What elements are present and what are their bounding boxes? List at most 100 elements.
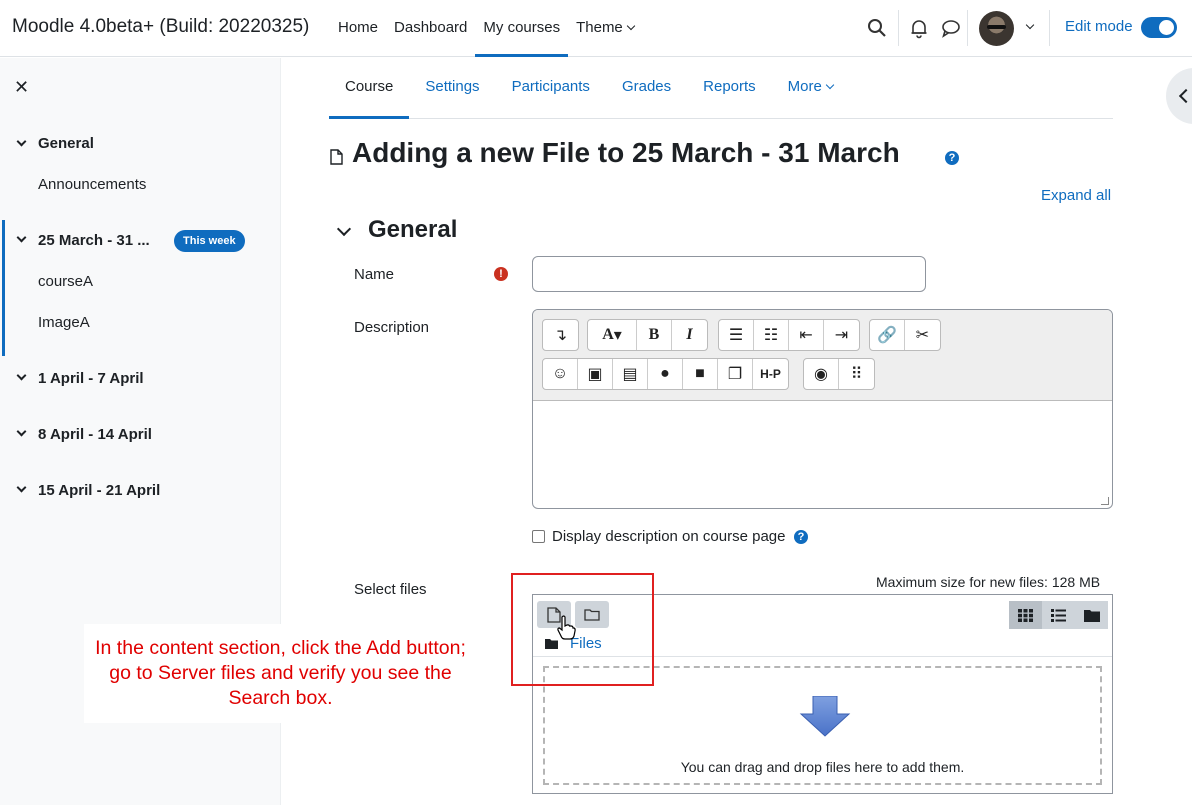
message-icon[interactable] (940, 17, 962, 39)
sidebar-item-announcements[interactable]: Announcements (38, 176, 146, 193)
edit-mode-toggle[interactable] (1141, 17, 1177, 38)
divider (1049, 10, 1050, 46)
hand-cursor-icon (557, 615, 576, 640)
chevron-down-icon[interactable] (16, 136, 27, 147)
editor-toolbar: ↴ A ▾ B I ☰ ☷ ⇤ ⇥ 🔗 ✂ ☺ ▣ ▤ ● ■ ❐ H-P ◉ ⠿ (533, 310, 1112, 401)
file-icon (330, 149, 343, 165)
tab-more[interactable]: More (772, 58, 849, 119)
instruction-text: In the content section, click the Add bu… (95, 637, 466, 709)
divider (898, 10, 899, 46)
user-avatar[interactable] (979, 11, 1014, 46)
toolbar-toggle-icon[interactable]: ↴ (543, 320, 578, 350)
unlink-icon[interactable]: ✂ (905, 320, 940, 350)
tab-settings[interactable]: Settings (409, 58, 495, 119)
general-section-heading[interactable]: General (368, 216, 457, 244)
display-description-checkbox[interactable] (532, 530, 545, 543)
tab-reports[interactable]: Reports (687, 58, 772, 119)
help-icon[interactable]: ? (945, 151, 959, 165)
toolbar-group-collapse: ↴ (542, 319, 579, 351)
toolbar-group-style: A ▾ B I (587, 319, 708, 351)
outdent-icon[interactable]: ⇤ (789, 320, 824, 350)
chevron-down-icon (626, 21, 636, 31)
section-8-april[interactable]: 8 April - 14 April (38, 426, 152, 443)
image-icon[interactable]: ▣ (578, 359, 613, 389)
close-icon[interactable]: ✕ (14, 77, 29, 98)
nav-home[interactable]: Home (330, 0, 386, 57)
this-week-badge: This week (174, 230, 245, 252)
edit-mode-label: Edit mode (1065, 18, 1133, 35)
link-icon[interactable]: 🔗 (870, 320, 905, 350)
page-title: Adding a new File to 25 March - 31 March (352, 137, 900, 168)
list-view-icon[interactable] (1042, 601, 1075, 629)
instruction-callout: In the content section, click the Add bu… (84, 624, 477, 723)
view-switcher (1009, 601, 1108, 629)
section-25-march[interactable]: 25 March - 31 ... (38, 232, 150, 249)
chevron-down-icon[interactable] (16, 370, 27, 381)
tab-course[interactable]: Course (329, 58, 410, 119)
section-1-april[interactable]: 1 April - 7 April (38, 370, 144, 387)
download-arrow-icon (799, 696, 851, 737)
emoji-icon[interactable]: ☺ (543, 359, 578, 389)
toolbar-group-lists: ☰ ☷ ⇤ ⇥ (718, 319, 860, 351)
current-section-indicator (2, 220, 5, 356)
site-brand[interactable]: Moodle 4.0beta+ (Build: 20220325) (12, 16, 309, 38)
tab-grades[interactable]: Grades (606, 58, 687, 119)
tab-participants[interactable]: Participants (496, 58, 606, 119)
description-editor: ↴ A ▾ B I ☰ ☷ ⇤ ⇥ 🔗 ✂ ☺ ▣ ▤ ● ■ ❐ H-P ◉ ⠿ (532, 309, 1113, 509)
sidebar-item-coursea[interactable]: courseA (38, 273, 93, 290)
bold-icon[interactable]: B (637, 320, 672, 350)
chevron-down-icon (825, 80, 835, 90)
resize-handle[interactable] (1101, 497, 1109, 505)
accessibility-icon[interactable]: ◉ (804, 359, 839, 389)
toolbar-group-accessibility: ◉ ⠿ (803, 358, 875, 390)
primary-navigation: Home Dashboard My courses Theme (330, 0, 642, 57)
chevron-down-icon[interactable] (16, 482, 27, 493)
name-input[interactable] (532, 256, 926, 292)
sidebar-item-imagea[interactable]: ImageA (38, 314, 90, 331)
chevron-down-icon[interactable] (336, 221, 352, 237)
italic-icon[interactable]: I (672, 320, 707, 350)
display-description-row: Display description on course page (532, 528, 785, 545)
divider (967, 10, 968, 46)
toolbar-group-links: 🔗 ✂ (869, 319, 941, 351)
media-icon[interactable]: ▤ (613, 359, 648, 389)
max-size-text: Maximum size for new files: 128 MB (876, 574, 1101, 590)
microphone-icon[interactable]: ● (648, 359, 683, 389)
section-15-april[interactable]: 15 April - 21 April (38, 482, 160, 499)
screenreader-icon[interactable]: ⠿ (839, 359, 874, 389)
tree-view-icon[interactable] (1075, 601, 1108, 629)
help-icon[interactable]: ? (794, 530, 808, 544)
numbered-list-icon[interactable]: ☷ (754, 320, 789, 350)
dropzone-text: You can drag and drop files here to add … (680, 759, 965, 775)
secondary-navigation: Course Settings Participants Grades Repo… (329, 58, 1113, 119)
manage-files-icon[interactable]: ❐ (718, 359, 753, 389)
bullet-list-icon[interactable]: ☰ (719, 320, 754, 350)
chevron-down-icon[interactable] (16, 426, 27, 437)
font-style-icon[interactable]: A ▾ (588, 320, 637, 350)
toolbar-group-media: ☺ ▣ ▤ ● ■ ❐ H-P (542, 358, 789, 390)
h5p-icon[interactable]: H-P (753, 359, 788, 389)
chevron-down-icon[interactable] (16, 232, 27, 243)
highlight-box (511, 573, 654, 686)
video-icon[interactable]: ■ (683, 359, 718, 389)
nav-theme-label: Theme (576, 19, 623, 36)
required-icon: ! (494, 267, 508, 281)
indent-icon[interactable]: ⇥ (824, 320, 859, 350)
open-block-drawer-button[interactable] (1166, 68, 1192, 124)
section-general[interactable]: General (38, 135, 94, 152)
tab-more-label: More (787, 78, 822, 95)
description-textarea[interactable] (533, 401, 1112, 508)
bell-icon[interactable] (908, 17, 930, 39)
nav-dashboard[interactable]: Dashboard (386, 0, 475, 57)
nav-theme[interactable]: Theme (568, 0, 642, 57)
select-files-label: Select files (354, 581, 427, 598)
chevron-down-icon[interactable] (1025, 20, 1035, 30)
top-navbar: Moodle 4.0beta+ (Build: 20220325) Home D… (0, 0, 1192, 57)
display-description-label[interactable]: Display description on course page (552, 528, 785, 545)
grid-view-icon[interactable] (1009, 601, 1042, 629)
expand-all-link[interactable]: Expand all (1041, 187, 1111, 204)
search-icon[interactable] (866, 17, 888, 39)
nav-my-courses[interactable]: My courses (475, 0, 569, 57)
name-label: Name (354, 266, 395, 283)
description-label: Description (354, 319, 430, 336)
